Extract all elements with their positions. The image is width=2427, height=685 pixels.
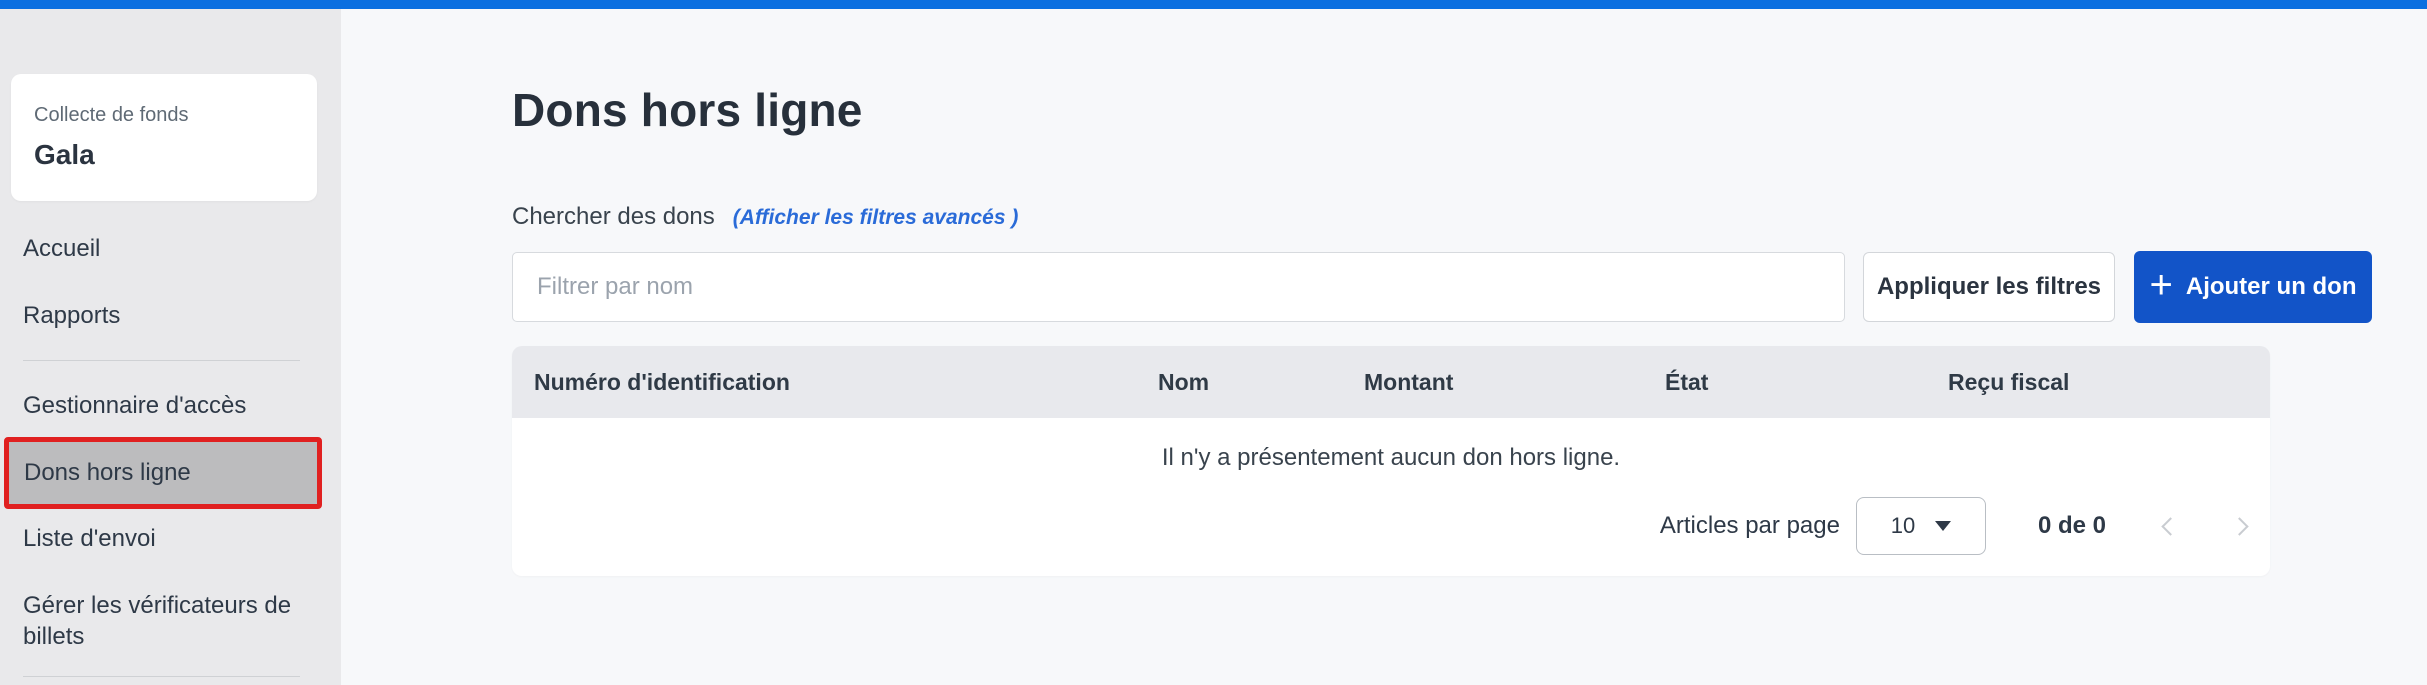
column-header-montant: Montant (1364, 346, 1453, 418)
pagination-range-text: 0 de 0 (2038, 512, 2106, 540)
empty-state-message: Il n'y a présentement aucun don hors lig… (512, 444, 2270, 472)
pagination-bar: Articles par page 10 0 de 0 (1660, 496, 2246, 556)
sidebar-divider (23, 676, 300, 677)
search-section-label: Chercher des dons (512, 203, 715, 231)
campaign-name: Gala (34, 139, 317, 171)
table-header-row: Numéro d'identification Nom Montant État… (512, 346, 2270, 418)
apply-filters-button[interactable]: Appliquer les filtres (1863, 252, 2115, 322)
column-header-nom: Nom (1158, 346, 1209, 418)
chevron-right-icon[interactable] (2230, 517, 2248, 535)
sidebar-item-dons-hors-ligne[interactable]: Dons hors ligne (9, 442, 317, 504)
campaign-type-label: Collecte de fonds (34, 104, 317, 127)
page-title: Dons hors ligne (512, 83, 863, 137)
add-donation-button[interactable]: + Ajouter un don (2134, 251, 2372, 323)
column-header-identification: Numéro d'identification (534, 346, 790, 418)
sidebar-item-liste-envoi[interactable]: Liste d'envoi (23, 521, 156, 557)
filter-by-name-input[interactable] (512, 252, 1845, 322)
sidebar-item-verificateurs-billets[interactable]: Gérer les vérificateurs de billets (23, 590, 293, 652)
items-per-page-select[interactable]: 10 (1856, 497, 1986, 555)
chevron-left-icon[interactable] (2161, 517, 2179, 535)
donations-table: Numéro d'identification Nom Montant État… (512, 346, 2270, 576)
advanced-filters-link[interactable]: (Afficher les filtres avancés ) (733, 206, 1019, 230)
add-donation-button-label: Ajouter un don (2186, 273, 2357, 301)
search-label-row: Chercher des dons (Afficher les filtres … (512, 203, 1018, 231)
main-content: Dons hors ligne Chercher des dons (Affic… (341, 9, 2427, 685)
sidebar-item-accueil[interactable]: Accueil (23, 231, 100, 267)
sidebar: Collecte de fonds Gala Accueil Rapports … (0, 9, 341, 685)
top-accent-bar (0, 0, 2427, 9)
table-body: Il n'y a présentement aucun don hors lig… (512, 418, 2270, 576)
sidebar-item-rapports[interactable]: Rapports (23, 298, 120, 334)
campaign-card: Collecte de fonds Gala (11, 74, 317, 201)
sidebar-item-gestionnaire-acces[interactable]: Gestionnaire d'accès (23, 388, 246, 424)
caret-down-icon (1935, 521, 1951, 531)
plus-icon: + (2150, 265, 2173, 305)
active-item-highlight-box: Dons hors ligne (4, 437, 322, 509)
sidebar-divider (23, 360, 300, 361)
column-header-etat: État (1665, 346, 1708, 418)
items-per-page-label: Articles par page (1660, 512, 1840, 540)
column-header-recu-fiscal: Reçu fiscal (1948, 346, 2069, 418)
items-per-page-value: 10 (1891, 513, 1915, 539)
